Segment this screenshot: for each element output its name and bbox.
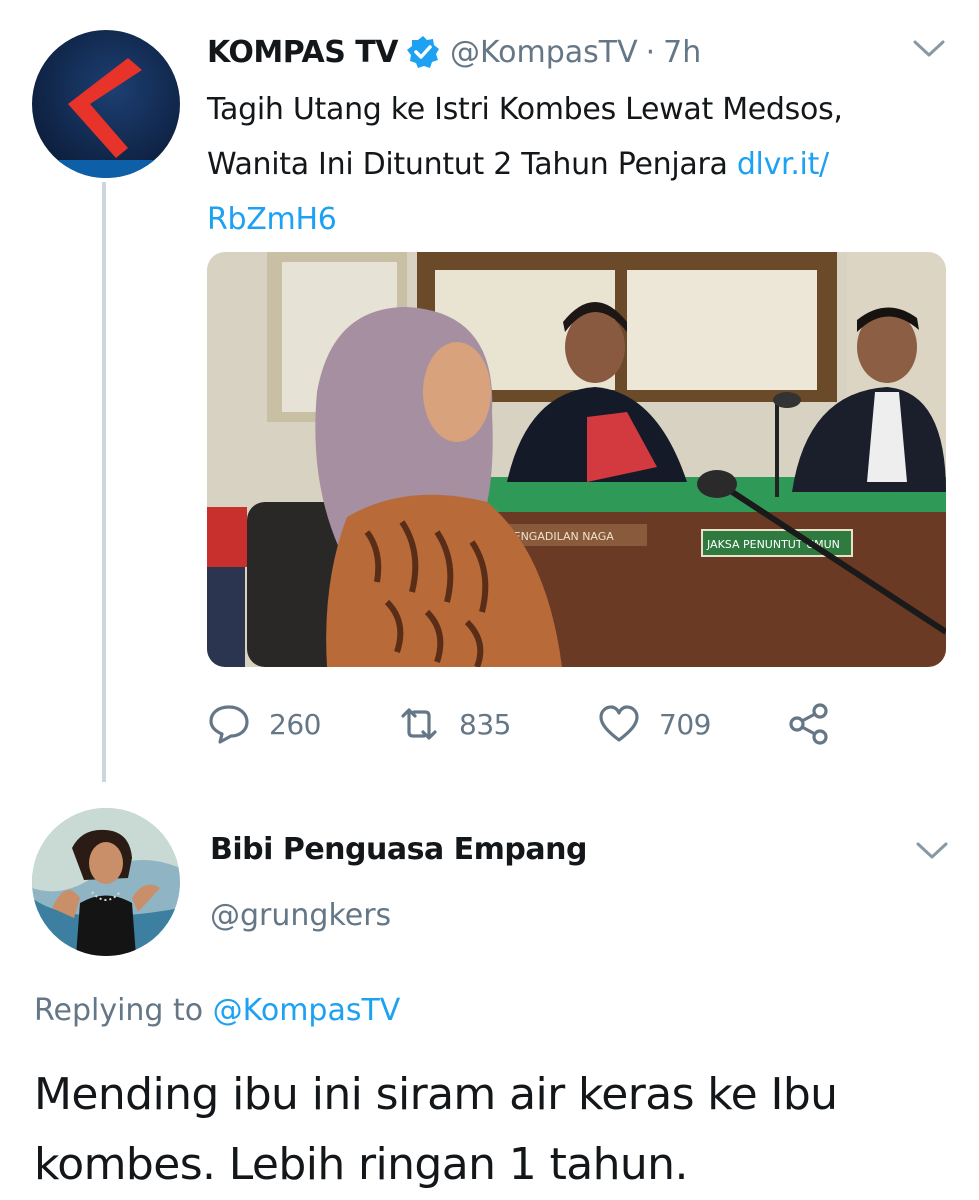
- tweet-actions-bar: 260 835 709: [207, 696, 857, 752]
- reply-author-handle[interactable]: @grungkers: [210, 898, 391, 933]
- retweet-action[interactable]: 835: [397, 696, 511, 752]
- author-handle[interactable]: @KompasTV: [450, 35, 638, 70]
- author-name[interactable]: KOMPAS TV: [207, 35, 398, 70]
- tweet-text-line: RbZmH6: [207, 192, 937, 247]
- tweet-link-continued[interactable]: RbZmH6: [207, 202, 337, 237]
- tweet-media-photo[interactable]: PENGADILAN NAGA JAKSA PENUNTUT UMUN: [207, 252, 946, 667]
- tweet-text-segment: Wanita Ini Dituntut 2 Tahun Penjara: [207, 147, 737, 182]
- share-icon: [789, 703, 828, 745]
- chevron-down-icon[interactable]: [915, 840, 949, 862]
- like-action[interactable]: 709: [597, 696, 711, 752]
- reply-icon: [209, 705, 249, 744]
- reply-text-line: Mending ibu ini siram air keras ke Ibu: [34, 1069, 838, 1120]
- retweet-icon: [401, 708, 437, 740]
- reply-author-name[interactable]: Bibi Penguasa Empang: [210, 832, 587, 867]
- tweet-text: Tagih Utang ke Istri Kombes Lewat Medsos…: [207, 82, 937, 247]
- reply-text: Mending ibu ini siram air keras ke Ibu k…: [34, 1060, 954, 1200]
- replying-to-handle[interactable]: @KompasTV: [213, 993, 401, 1028]
- tweet-timestamp[interactable]: 7h: [663, 35, 701, 70]
- verified-badge-icon: [406, 35, 440, 69]
- reply-text-line: kombes. Lebih ringan 1 tahun.: [34, 1139, 688, 1190]
- grungkers-avatar[interactable]: [32, 808, 180, 956]
- reply-count: 260: [269, 707, 321, 741]
- chevron-down-icon[interactable]: [912, 38, 946, 60]
- tweet-header: KOMPAS TV @KompasTV · 7h: [207, 22, 701, 82]
- header-separator: ·: [645, 34, 656, 70]
- like-count: 709: [659, 707, 711, 741]
- tweet-link[interactable]: dlvr.it/: [737, 147, 829, 182]
- like-icon: [599, 705, 639, 742]
- retweet-count: 835: [459, 707, 511, 741]
- desk-sign-left: PENGADILAN NAGA: [507, 530, 614, 543]
- reply-action[interactable]: 260: [207, 696, 321, 752]
- thread-connector-line: [102, 182, 106, 782]
- replying-to-line: Replying to @KompasTV: [34, 993, 400, 1028]
- replying-to-label: Replying to: [34, 993, 213, 1028]
- kompas-avatar[interactable]: [32, 30, 180, 178]
- share-action[interactable]: [787, 696, 831, 752]
- tweet-text-line: Wanita Ini Dituntut 2 Tahun Penjara dlvr…: [207, 137, 937, 192]
- tweet-text-line: Tagih Utang ke Istri Kombes Lewat Medsos…: [207, 92, 843, 127]
